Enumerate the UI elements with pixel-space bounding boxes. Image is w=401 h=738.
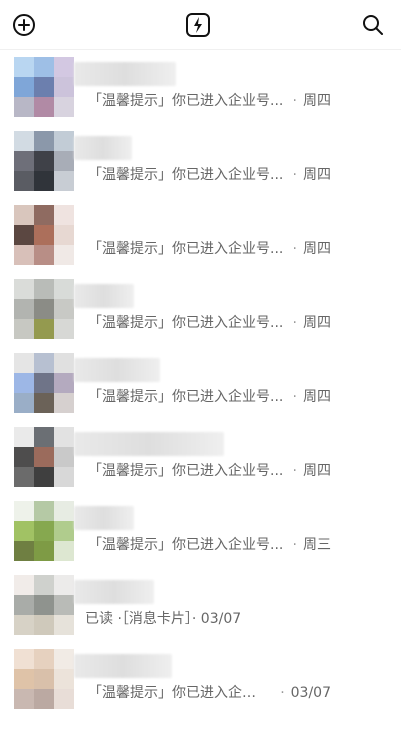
conversation-row[interactable]: 「温馨提示」你已进入企业号... · 周四 xyxy=(0,198,401,272)
contact-name-redacted xyxy=(74,284,134,308)
message-time: · 周四 xyxy=(292,241,331,257)
conversation-row[interactable]: 「温馨提示」你已进入企业号... · 周四 xyxy=(0,124,401,198)
avatar xyxy=(14,649,74,709)
top-bar xyxy=(0,0,401,50)
conversation-row[interactable]: 「温馨提示」你已进入企业号... · 周三 xyxy=(0,494,401,568)
conversation-row[interactable]: 「温馨提示」你已进入企业号... · 周四 xyxy=(0,272,401,346)
message-preview: 「温馨提示」你已进入企业号... xyxy=(88,463,284,479)
conversation-row[interactable]: 「温馨提示」你已进入企业号... · 周四 xyxy=(0,50,401,124)
message-list: 「温馨提示」你已进入企业号... · 周四 「温馨提示」你已进入企业号... · 周… xyxy=(0,50,401,738)
message-time: · 周四 xyxy=(292,167,331,183)
message-time: · 周四 xyxy=(292,389,331,405)
message-preview: 「温馨提示」你已进入企业号... xyxy=(88,93,284,109)
conversation-row[interactable]: 已读 ·［消息卡片］· 03/07 xyxy=(0,568,401,642)
contact-name-redacted xyxy=(74,432,224,456)
message-preview: 「温馨提示」你已进入企业号... xyxy=(88,389,284,405)
message-preview: 已读 ·［消息卡片］· 03/07 xyxy=(85,611,242,627)
avatar xyxy=(14,279,74,339)
avatar xyxy=(14,353,74,413)
message-preview: 「温馨提示」你已进入企业号... xyxy=(88,537,284,553)
avatar xyxy=(14,57,74,117)
contact-name-redacted xyxy=(74,62,176,86)
contact-name-redacted xyxy=(74,654,172,678)
flash-icon[interactable] xyxy=(185,12,211,38)
message-preview: 「温馨提示」你已进入企业号... xyxy=(88,241,284,257)
conversation-row[interactable]: 「温馨提示」你已进入企业号... · 周四 xyxy=(0,346,401,420)
avatar xyxy=(14,131,74,191)
message-preview: 「温馨提示」你已进入企业号... xyxy=(88,315,284,331)
avatar xyxy=(14,501,74,561)
avatar xyxy=(14,575,74,635)
add-circle-icon[interactable] xyxy=(11,12,37,38)
message-time: · 周四 xyxy=(292,463,331,479)
contact-name-redacted xyxy=(74,358,160,382)
contact-name-redacted xyxy=(74,506,134,530)
avatar xyxy=(14,205,74,265)
contact-name-redacted xyxy=(74,580,154,604)
message-preview: 「温馨提示」你已进入企业号... xyxy=(88,167,284,183)
message-time: · 03/07 xyxy=(280,685,331,701)
message-time: · 周三 xyxy=(292,537,331,553)
conversation-row[interactable]: 「温馨提示」你已进入企业号... · 周四 xyxy=(0,420,401,494)
conversation-row[interactable]: 「温馨提示」你已进入企业... · 03/07 xyxy=(0,642,401,716)
message-time: · 周四 xyxy=(292,93,331,109)
search-icon[interactable] xyxy=(360,12,386,38)
avatar xyxy=(14,427,74,487)
contact-name-redacted xyxy=(74,136,132,160)
message-preview: 「温馨提示」你已进入企业... xyxy=(88,685,268,701)
message-time: · 周四 xyxy=(292,315,331,331)
